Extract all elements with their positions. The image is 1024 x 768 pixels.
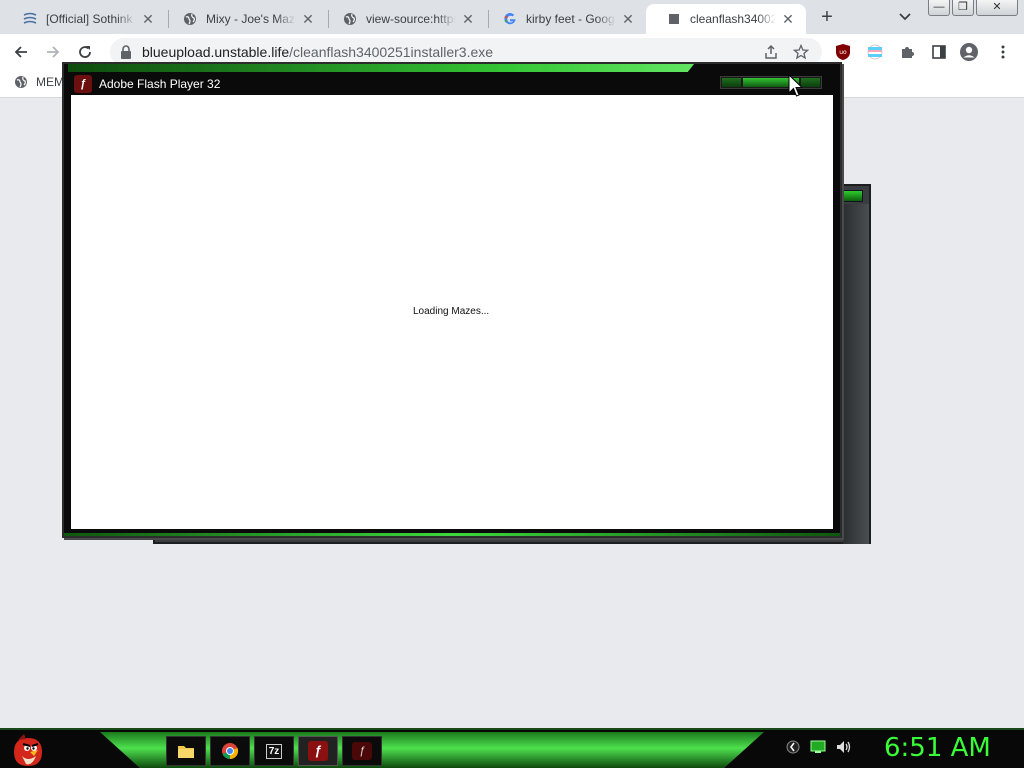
mouse-cursor-icon <box>788 74 804 97</box>
bottom-glow <box>64 533 840 536</box>
chrome-icon <box>222 743 239 760</box>
flash-content-area[interactable]: Loading Mazes... <box>71 95 833 529</box>
svg-text:uo: uo <box>839 49 847 56</box>
close-tab-icon[interactable]: ✕ <box>780 11 796 27</box>
side-panel-button[interactable] <box>928 41 950 63</box>
arrow-left-icon <box>14 46 27 58</box>
flash-icon: ƒ <box>352 742 372 760</box>
avatar <box>960 43 978 61</box>
lock-icon <box>121 45 131 59</box>
url-host: blueupload.unstable.life <box>142 44 290 60</box>
profile-button[interactable] <box>958 41 980 63</box>
back-button[interactable] <box>10 41 32 63</box>
close-tab-icon[interactable]: ✕ <box>460 11 476 27</box>
system-tray <box>786 740 852 754</box>
google-icon <box>502 11 518 27</box>
reload-icon <box>79 46 91 58</box>
tab-title: kirby feet - Google Search <box>526 12 616 26</box>
kebab-menu-icon <box>1001 45 1005 59</box>
side-panel-icon <box>932 45 946 59</box>
tray-app-icon[interactable] <box>786 740 800 754</box>
sothink-icon <box>22 11 38 27</box>
minimize-button[interactable] <box>722 78 741 87</box>
ublock-extension-button[interactable]: uo <box>832 41 854 63</box>
close-tab-icon[interactable]: ✕ <box>300 11 316 27</box>
taskbar-7zip[interactable]: 7z <box>254 736 294 766</box>
pride-flag-icon <box>867 44 883 60</box>
globe-icon <box>342 11 358 27</box>
flash-icon: ƒ <box>74 75 92 93</box>
volume-icon[interactable] <box>836 740 852 754</box>
taskbar-flash-player-active[interactable]: ƒ <box>298 736 338 766</box>
restore-button[interactable]: ❐ <box>952 0 974 16</box>
page-icon <box>666 11 682 27</box>
tab-sothink[interactable]: [Official] Sothink SWF ✕ <box>2 4 166 34</box>
start-button[interactable] <box>8 732 48 768</box>
share-icon <box>765 44 777 59</box>
window-frame <box>843 204 869 544</box>
tab-cleanflash-active[interactable]: cleanflash3400251installer3.exe ✕ <box>646 4 806 34</box>
globe-icon <box>182 11 198 27</box>
tab-title: cleanflash3400251installer3.exe <box>690 12 776 26</box>
arrow-right-icon <box>47 46 60 58</box>
angry-bird-icon <box>14 734 42 766</box>
tab-view-source[interactable]: view-source:https:// ✕ <box>322 4 486 34</box>
forward-button[interactable] <box>42 41 64 63</box>
puzzle-icon <box>902 47 914 58</box>
close-tab-icon[interactable]: ✕ <box>140 11 156 27</box>
globe-icon <box>15 76 27 88</box>
tab-title: view-source:https:// <box>366 12 456 26</box>
network-icon[interactable] <box>810 740 826 754</box>
share-button[interactable] <box>760 41 782 63</box>
flash-player-window: ƒ Adobe Flash Player 32 Loading Mazes... <box>62 62 842 538</box>
7zip-icon: 7z <box>265 743 283 759</box>
new-tab-button[interactable]: + <box>816 6 838 28</box>
taskbar-chrome[interactable] <box>210 736 250 766</box>
minimize-button[interactable]: — <box>928 0 950 16</box>
taskbar-flash-player-2[interactable]: ƒ <box>342 736 382 766</box>
star-icon <box>793 44 809 60</box>
menu-button[interactable] <box>992 41 1014 63</box>
flag-extension-button[interactable] <box>864 41 886 63</box>
taskbar: 7z ƒ ƒ 6:51 AM <box>0 728 1024 768</box>
reload-button[interactable] <box>74 41 96 63</box>
url-path: /cleanflash3400251installer3.exe <box>289 44 494 60</box>
ublock-icon: uo <box>836 44 850 60</box>
window-controls <box>720 76 822 89</box>
flash-icon: ƒ <box>308 741 328 761</box>
window-control-button[interactable] <box>841 190 863 202</box>
chevron-down-icon[interactable] <box>896 8 914 26</box>
window-title: Adobe Flash Player 32 <box>99 77 221 91</box>
bookmark-star-button[interactable] <box>790 41 812 63</box>
folder-icon <box>178 746 194 758</box>
taskbar-clock[interactable]: 6:51 AM <box>884 733 991 763</box>
close-tab-icon[interactable]: ✕ <box>620 11 636 27</box>
tab-title: [Official] Sothink SWF <box>46 12 136 26</box>
tab-title: Mixy - Joe's Mazes <box>206 12 296 26</box>
loading-text: Loading Mazes... <box>413 306 490 317</box>
title-glow <box>68 64 694 72</box>
tab-mixy[interactable]: Mixy - Joe's Mazes ✕ <box>162 4 326 34</box>
tab-google-search[interactable]: kirby feet - Google Search ✕ <box>482 4 646 34</box>
taskbar-file-explorer[interactable] <box>166 736 206 766</box>
extensions-button[interactable] <box>896 41 918 63</box>
tab-strip: [Official] Sothink SWF ✕ Mixy - Joe's Ma… <box>0 0 1024 34</box>
close-window-button[interactable]: ✕ <box>976 0 1018 16</box>
